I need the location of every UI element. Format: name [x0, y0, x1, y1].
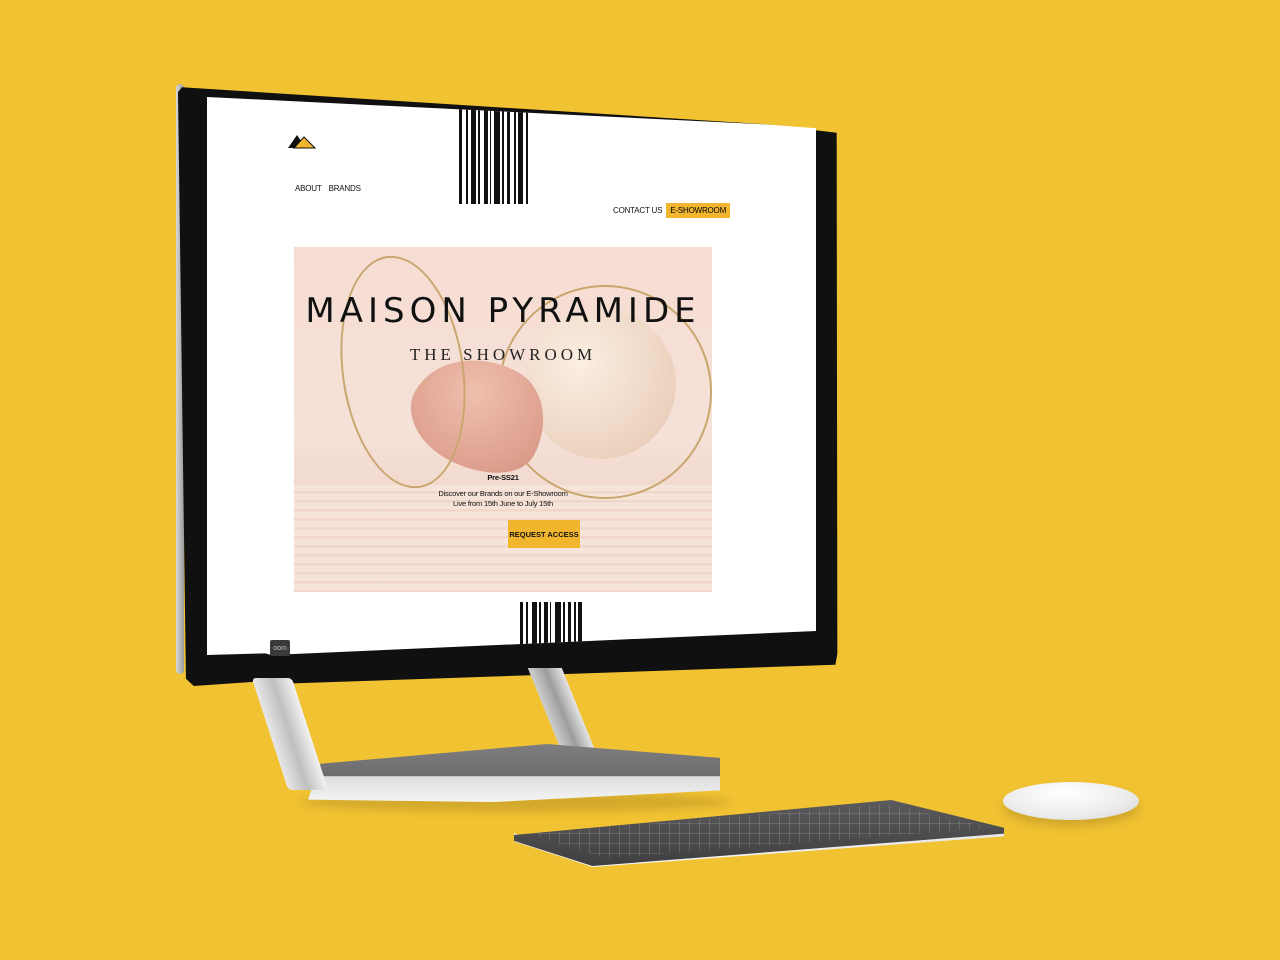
mouse[interactable]: [1003, 782, 1139, 820]
side-tab[interactable]: oom: [270, 640, 290, 656]
barcode-top-icon: [459, 97, 539, 204]
stand-arm-left: [251, 678, 329, 790]
e-showroom-button[interactable]: E-SHOWROOM: [666, 203, 731, 218]
nav-right: CONTACT US E-SHOWROOM: [613, 203, 731, 218]
request-access-button[interactable]: REQUEST ACCESS: [508, 520, 580, 548]
pyramid-logo-icon[interactable]: [288, 132, 317, 150]
nav-left: ABOUT BRANDS: [295, 184, 361, 193]
hero-season: Pre-SS21: [487, 473, 519, 482]
hero-line1: Discover our Brands on our E-Showroom: [438, 489, 568, 498]
hero-line2: Live from 15th June to July 15th: [453, 499, 553, 508]
nav-brands-link[interactable]: BRANDS: [329, 184, 361, 193]
nav-about-link[interactable]: ABOUT: [295, 184, 322, 193]
monitor-base: [308, 744, 720, 802]
hero-subtitle: THE SHOWROOM: [409, 345, 597, 364]
hero-banner: MAISON PYRAMIDE THE SHOWROOM Pre-SS21 Di…: [294, 247, 712, 592]
hero-title: MAISON PYRAMIDE: [305, 291, 701, 331]
contact-us-link[interactable]: CONTACT US: [613, 206, 662, 215]
website-screen: ABOUT BRANDS CONTACT US E-SHOWROOM MAISO…: [207, 97, 816, 655]
